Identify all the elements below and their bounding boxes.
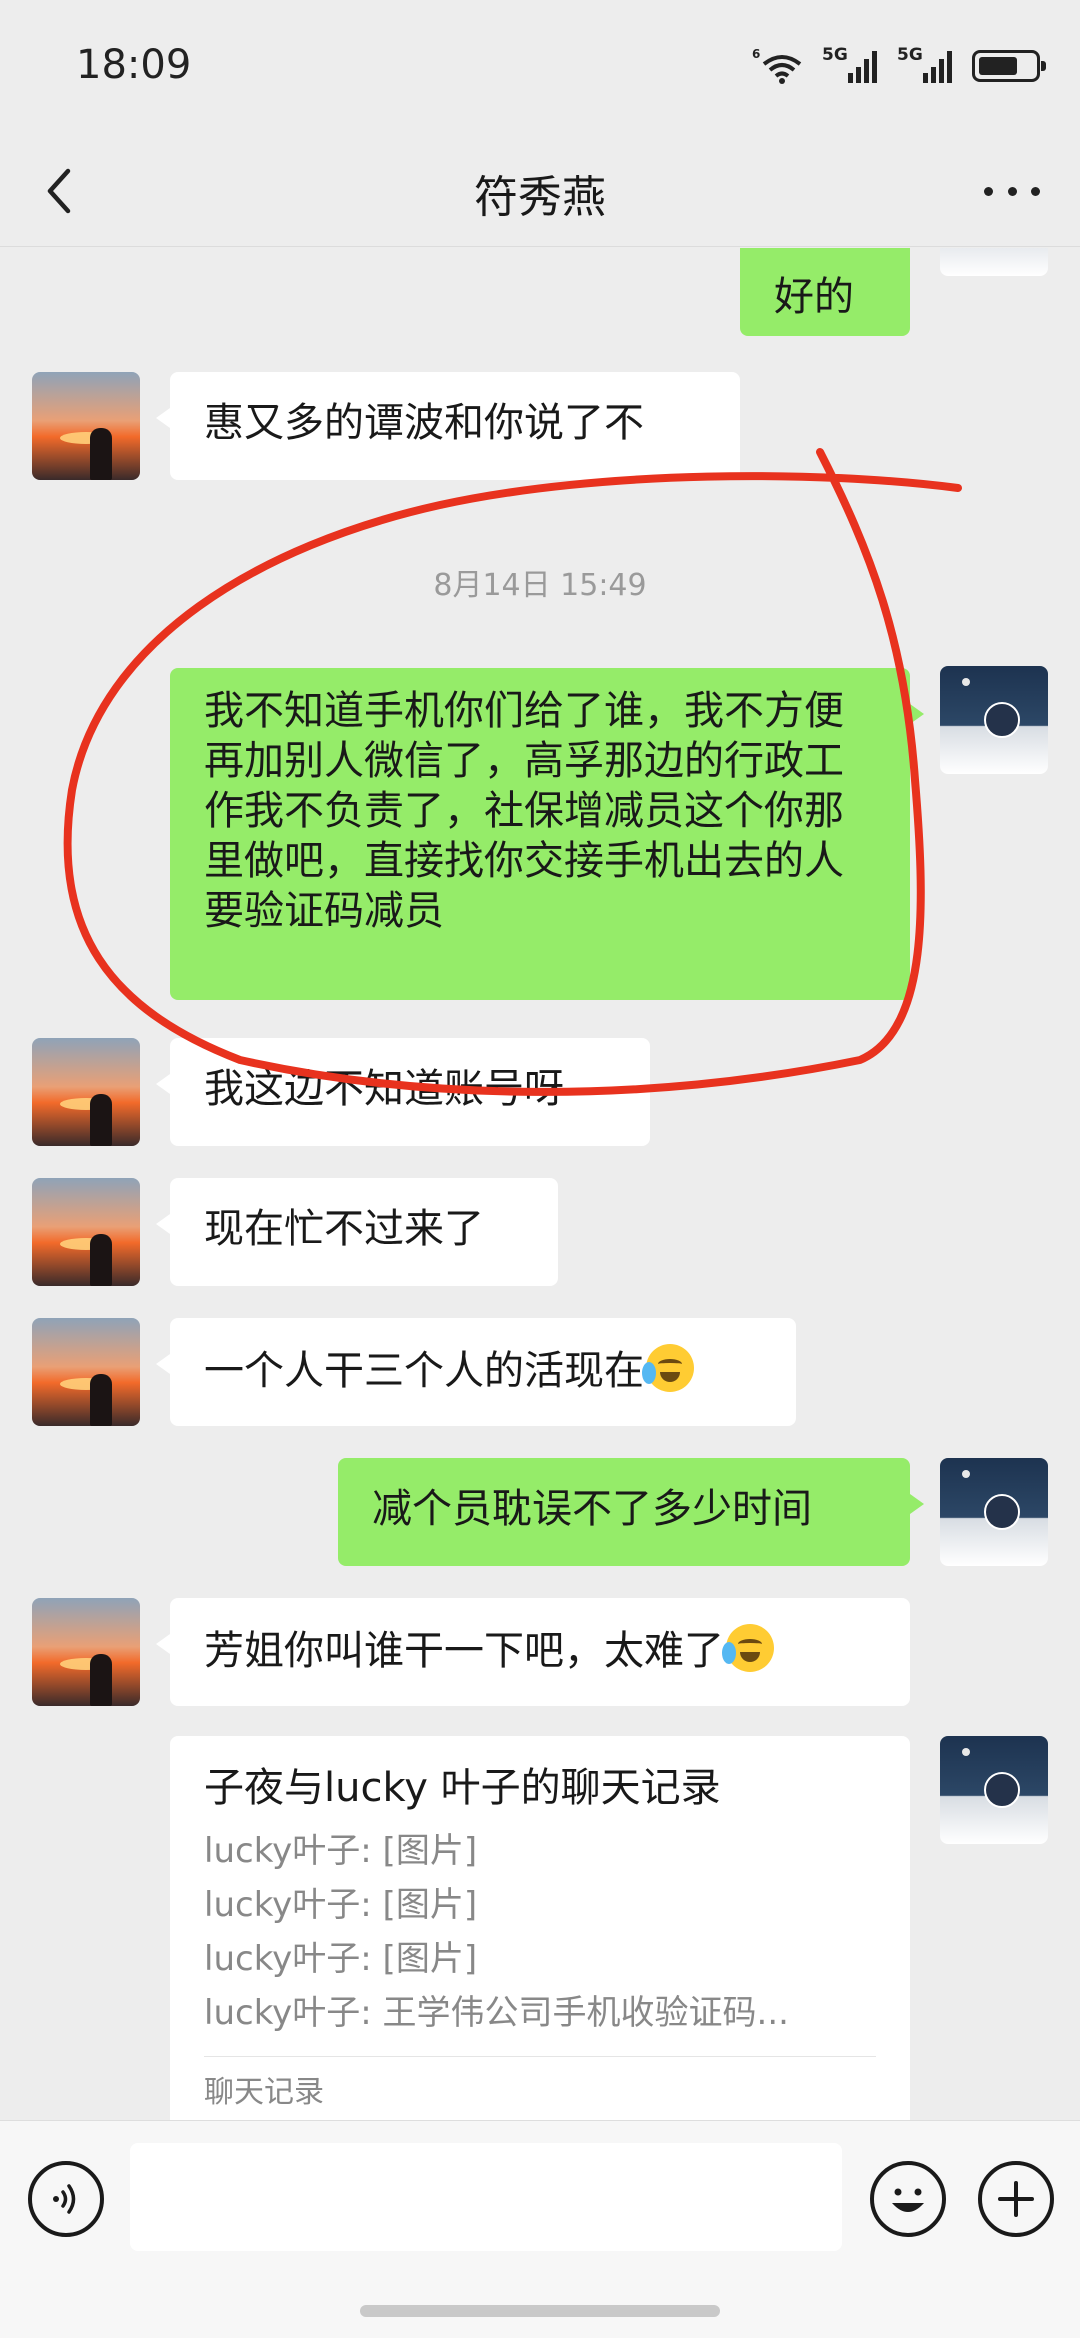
my-avatar[interactable] — [940, 1736, 1048, 1844]
chat-history-card[interactable]: 子夜与lucky 叶子的聊天记录 lucky叶子: [图片] lucky叶子: … — [170, 1736, 910, 2120]
message-text: 惠又多的谭波和你说了不 — [204, 400, 644, 446]
wifi-icon: 6 — [752, 47, 802, 84]
my-avatar[interactable] — [940, 1458, 1048, 1566]
chat-history-line: lucky叶子: [图片] — [204, 1831, 478, 1871]
more-options-icon[interactable] — [984, 171, 1040, 211]
message-bubble-incoming[interactable]: 芳姐你叫谁干一下吧，太难了 — [156, 1598, 910, 1706]
message-text: 我这边不知道账号呀 — [204, 1066, 564, 1112]
message-text: 一个人干三个人的活现在 — [204, 1348, 644, 1394]
my-avatar[interactable] — [940, 666, 1048, 774]
signal-sim1-icon: 5G — [822, 45, 877, 83]
sweat-laugh-emoji-icon — [642, 1344, 694, 1392]
contact-name-title: 符秀燕 — [474, 172, 606, 223]
chat-history-title: 子夜与lucky 叶子的聊天记录 — [204, 1765, 721, 1811]
contact-avatar[interactable] — [32, 372, 140, 480]
battery-icon — [972, 50, 1046, 82]
status-icons: 6 5G 5G — [752, 45, 1046, 86]
chat-history-line: lucky叶子: 王学伟公司手机收验证码... — [204, 1993, 789, 2033]
message-text: 芳姐你叫谁干一下吧，太难了 — [204, 1628, 724, 1674]
message-list[interactable]: 好的 惠又多的谭波和你说了不 8月14日 15:49 我不知道手机你们给了谁，我… — [0, 248, 1080, 2120]
message-bubble-incoming[interactable]: 惠又多的谭波和你说了不 — [156, 372, 740, 480]
contact-avatar[interactable] — [32, 1178, 140, 1286]
divider — [204, 2056, 876, 2057]
crying-emoji-icon — [722, 1624, 774, 1672]
message-bubble-incoming[interactable]: 现在忙不过来了 — [156, 1178, 558, 1286]
chat-history-line: lucky叶子: [图片] — [204, 1885, 478, 1925]
my-avatar[interactable] — [940, 248, 1048, 276]
message-text: 我不知道手机你们给了谁，我不方便再加别人微信了，高孚那边的行政工作我不负责了，社… — [204, 688, 844, 934]
message-text: 好的 — [774, 274, 854, 320]
message-bubble-outgoing[interactable]: 好的 — [740, 248, 910, 336]
message-text: 现在忙不过来了 — [204, 1206, 484, 1252]
signal-sim2-icon: 5G — [897, 45, 952, 83]
plus-more-icon[interactable] — [978, 2161, 1054, 2237]
message-text: 减个员耽误不了多少时间 — [372, 1486, 812, 1532]
contact-avatar[interactable] — [32, 1598, 140, 1706]
message-bubble-incoming[interactable]: 一个人干三个人的活现在 — [156, 1318, 796, 1426]
message-bubble-incoming[interactable]: 我这边不知道账号呀 — [156, 1038, 650, 1146]
voice-input-icon[interactable] — [28, 2161, 104, 2237]
chat-history-line: lucky叶子: [图片] — [204, 1939, 478, 1979]
clock: 18:09 — [76, 42, 192, 88]
chat-history-footer: 聊天记录 — [204, 2075, 324, 2110]
contact-avatar[interactable] — [32, 1318, 140, 1426]
message-text-input[interactable] — [130, 2143, 842, 2251]
chat-header: 符秀燕 — [0, 135, 1080, 247]
status-bar: 18:09 6 5G 5G — [0, 0, 1080, 135]
message-bubble-outgoing[interactable]: 减个员耽误不了多少时间 — [338, 1458, 924, 1566]
message-timestamp: 8月14日 15:49 — [433, 568, 647, 603]
message-bubble-outgoing[interactable]: 我不知道手机你们给了谁，我不方便再加别人微信了，高孚那边的行政工作我不负责了，社… — [170, 668, 924, 1000]
home-indicator[interactable] — [360, 2305, 720, 2317]
emoji-picker-icon[interactable] — [870, 2161, 946, 2237]
svg-text:6: 6 — [752, 47, 760, 61]
contact-avatar[interactable] — [32, 1038, 140, 1146]
